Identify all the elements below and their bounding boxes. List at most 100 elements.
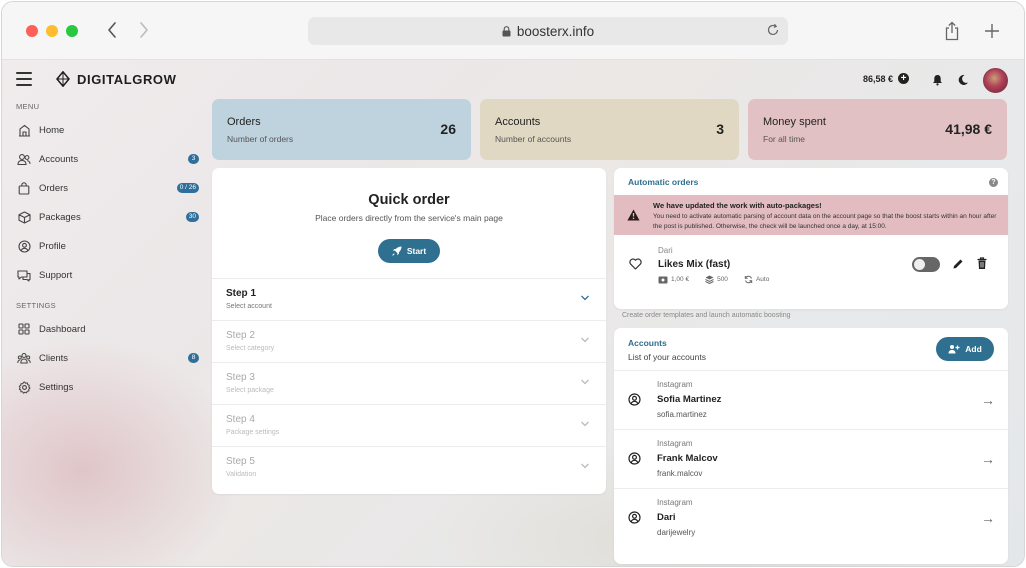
quick-order-title: Quick order [368, 192, 450, 208]
sidebar-item-clients[interactable]: Clients 8 [17, 349, 199, 367]
account-platform: Instagram [657, 380, 693, 389]
heart-icon [629, 258, 642, 270]
stat-subtitle: Number of accounts [495, 134, 572, 144]
sidebar: MENU Home Accounts 3 Orders 0 / 26 Packa… [2, 100, 207, 566]
dark-mode-icon[interactable] [956, 73, 970, 87]
new-tab-icon[interactable] [981, 20, 1003, 42]
step-subtitle: Select package [226, 387, 274, 394]
count-badge: 30 [185, 212, 199, 222]
money-spent-stat-card[interactable]: Money spent For all time 41,98 € [748, 99, 1007, 160]
grid-icon [17, 322, 31, 336]
automatic-orders-heading: Automatic orders [628, 177, 699, 187]
repeat-icon [744, 275, 753, 284]
account-name: Frank Malcov [657, 453, 718, 464]
arrow-right-icon[interactable]: → [981, 451, 995, 467]
sidebar-item-label: Settings [39, 381, 74, 393]
arrow-right-icon[interactable]: → [981, 392, 995, 408]
box-icon [17, 210, 31, 224]
user-circle-icon [17, 239, 31, 253]
menu-icon[interactable] [16, 72, 32, 86]
sidebar-item-profile[interactable]: Profile [17, 237, 199, 255]
forward-icon[interactable] [133, 19, 155, 41]
step-3[interactable]: Step 3 Select package [212, 362, 606, 404]
alert-title: We have updated the work with auto-packa… [653, 201, 822, 210]
chevron-down-icon[interactable] [580, 462, 590, 470]
minimize-window-button[interactable] [46, 25, 58, 37]
home-icon [17, 123, 31, 137]
bell-icon[interactable] [930, 73, 944, 87]
account-handle: sofia.martinez [657, 410, 707, 419]
browser-window: boosterx.info DIGITALGROW 86,58 € + MENU… [1, 1, 1025, 567]
browser-toolbar: boosterx.info [2, 2, 1024, 60]
account-handle: darijewelry [657, 528, 696, 537]
sidebar-item-home[interactable]: Home [17, 121, 199, 139]
template-mode: Auto [755, 276, 770, 283]
chevron-down-icon[interactable] [580, 336, 590, 344]
quick-order-card: Quick order Place orders directly from t… [212, 168, 606, 494]
zoom-window-button[interactable] [66, 25, 78, 37]
user-circle-icon [628, 452, 641, 465]
template-meta: 1,00 € 500 Auto [658, 275, 785, 284]
count-badge: 0 / 26 [176, 183, 199, 193]
avatar[interactable] [983, 68, 1008, 93]
app-header: DIGITALGROW 86,58 € + [2, 60, 1024, 100]
template-toggle[interactable] [912, 257, 940, 272]
count-badge: 8 [188, 353, 199, 363]
account-row[interactable]: Instagram Dari darijewelry → [614, 488, 1008, 547]
arrow-right-icon[interactable]: → [981, 510, 995, 526]
balance[interactable]: 86,58 € + [863, 73, 910, 84]
user-circle-icon [628, 393, 641, 406]
diamond-logo-icon [56, 71, 70, 87]
step-subtitle: Package settings [226, 429, 280, 436]
accounts-title: Accounts [628, 338, 667, 348]
top-up-icon[interactable]: + [898, 73, 910, 84]
sidebar-item-settings[interactable]: Settings [17, 378, 199, 396]
stat-value: 41,98 € [945, 121, 992, 137]
pencil-icon[interactable] [952, 258, 964, 270]
accounts-stat-card[interactable]: Accounts Number of accounts 3 [480, 99, 739, 160]
sidebar-item-accounts[interactable]: Accounts 3 [17, 150, 199, 168]
account-row[interactable]: Instagram Sofia Martinez sofia.martinez … [614, 370, 1008, 429]
chevron-down-icon[interactable] [580, 420, 590, 428]
rocket-icon [392, 246, 402, 256]
sidebar-item-label: Profile [39, 240, 66, 252]
brand-name: DIGITALGROW [77, 71, 177, 87]
step-4[interactable]: Step 4 Package settings [212, 404, 606, 446]
start-button[interactable]: Start [378, 239, 440, 263]
automatic-orders-hint: Create order templates and launch automa… [622, 312, 791, 319]
account-row[interactable]: Instagram Frank Malcov frank.malcov → [614, 429, 1008, 488]
step-subtitle: Validation [226, 471, 257, 478]
step-2[interactable]: Step 2 Select category [212, 320, 606, 362]
reload-icon[interactable] [766, 23, 780, 40]
sidebar-item-support[interactable]: Support [17, 266, 199, 284]
sidebar-item-label: Orders [39, 182, 69, 194]
gear-icon [17, 380, 31, 394]
orders-stat-card[interactable]: Orders Number of orders 26 [212, 99, 471, 160]
quick-order-subtitle: Place orders directly from the service's… [315, 213, 503, 223]
step-title: Step 3 [226, 372, 255, 383]
add-account-button[interactable]: Add [936, 337, 994, 361]
accounts-card: Accounts List of your accounts Add Insta… [614, 328, 1008, 564]
address-bar[interactable]: boosterx.info [308, 17, 788, 45]
chevron-down-icon[interactable] [580, 378, 590, 386]
step-1[interactable]: Step 1 Select account [212, 278, 606, 320]
bag-icon [17, 181, 31, 195]
back-icon[interactable] [101, 19, 123, 41]
step-5[interactable]: Step 5 Validation [212, 446, 606, 488]
app-area: DIGITALGROW 86,58 € + MENU Home Accounts… [2, 60, 1024, 566]
sidebar-item-orders[interactable]: Orders 0 / 26 [17, 179, 199, 197]
close-window-button[interactable] [26, 25, 38, 37]
brand-logo[interactable]: DIGITALGROW [56, 71, 177, 87]
count-badge: 3 [188, 154, 199, 164]
chevron-down-icon[interactable] [580, 294, 590, 302]
sidebar-item-label: Clients [39, 352, 69, 364]
sidebar-item-packages[interactable]: Packages 30 [17, 208, 199, 226]
help-icon[interactable]: ? [989, 178, 998, 187]
sidebar-item-dashboard[interactable]: Dashboard [17, 320, 199, 338]
money-icon [658, 276, 668, 283]
account-name: Dari [657, 512, 676, 523]
share-icon[interactable] [941, 20, 963, 42]
template-price: 1,00 € [671, 276, 690, 283]
stat-value: 3 [716, 121, 724, 137]
trash-icon[interactable] [977, 257, 987, 270]
